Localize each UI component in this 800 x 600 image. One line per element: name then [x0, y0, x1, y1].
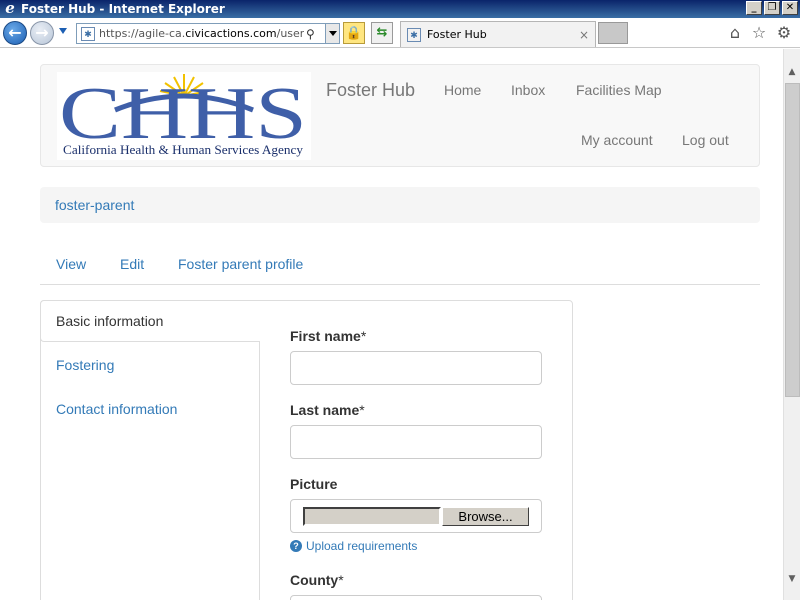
required-mark: *	[360, 328, 367, 344]
upload-requirements-link[interactable]: ? Upload requirements	[290, 539, 417, 553]
last-name-label-text: Last name	[290, 402, 360, 418]
url-path: /user/41/f	[276, 27, 304, 40]
breadcrumb: foster-parent	[40, 187, 760, 223]
logo-subtitle: California Health & Human Services Agenc…	[63, 143, 304, 157]
window-title-bar: e Foster Hub - Internet Explorer _ ❐ ✕	[0, 0, 800, 18]
browser-tab[interactable]: ✱ Foster Hub ×	[400, 21, 596, 47]
tab-title: Foster Hub	[427, 28, 487, 41]
nav-my-account[interactable]: My account	[581, 132, 653, 148]
upload-requirements-text: Upload requirements	[306, 539, 418, 553]
url-host: https://agile-ca.	[99, 27, 186, 40]
scroll-up-icon[interactable]: ▲	[784, 64, 800, 81]
county-label: County*	[290, 572, 344, 588]
forward-button[interactable]: →	[30, 21, 54, 45]
vtab-basic-information[interactable]: Basic information	[40, 300, 260, 342]
picture-upload: Browse...	[290, 499, 542, 533]
county-label-text: County	[290, 572, 339, 588]
site-favicon-icon: ✱	[81, 26, 95, 41]
required-mark: *	[338, 572, 344, 588]
page-scrollbar[interactable]: ▲ ▼	[783, 49, 800, 600]
first-name-label-text: First name	[290, 328, 361, 344]
address-bar[interactable]: ✱ https://agile-ca.civicactions.com/user…	[76, 23, 340, 44]
refresh-button[interactable]: ⇆	[371, 22, 393, 44]
last-name-field[interactable]	[290, 425, 542, 459]
page-viewport: CHHS California Health & Human Services …	[0, 49, 783, 600]
page-tabs: View Edit Foster parent profile	[40, 245, 760, 285]
county-field[interactable]	[290, 595, 542, 600]
browse-button[interactable]: Browse...	[442, 507, 529, 526]
search-icon[interactable]: ⚲	[306, 27, 315, 41]
breadcrumb-link[interactable]: foster-parent	[55, 197, 134, 213]
picture-file-path[interactable]	[303, 507, 441, 526]
address-dropdown-button[interactable]	[325, 24, 339, 43]
history-dropdown-icon[interactable]	[59, 28, 67, 34]
chhs-logo[interactable]: CHHS California Health & Human Services …	[57, 72, 311, 160]
vtab-fostering[interactable]: Fostering	[56, 357, 114, 373]
tab-edit[interactable]: Edit	[120, 256, 144, 272]
tab-close-icon[interactable]: ×	[579, 28, 589, 42]
tab-foster-parent-profile[interactable]: Foster parent profile	[178, 256, 303, 272]
close-window-button[interactable]: ✕	[782, 1, 798, 15]
tab-favicon-icon: ✱	[407, 27, 421, 42]
first-name-field[interactable]	[290, 351, 542, 385]
tab-view[interactable]: View	[56, 256, 86, 272]
window-title: Foster Hub - Internet Explorer	[21, 2, 225, 16]
scroll-down-icon[interactable]: ▼	[784, 571, 800, 588]
vtab-divider	[259, 341, 260, 600]
favorites-icon[interactable]: ☆	[750, 24, 768, 42]
required-mark: *	[359, 402, 365, 418]
home-icon[interactable]: ⌂	[726, 24, 744, 42]
nav-home[interactable]: Home	[444, 82, 481, 98]
ie-logo-icon: e	[5, 0, 15, 17]
tools-gear-icon[interactable]: ⚙	[775, 24, 793, 42]
nav-log-out[interactable]: Log out	[682, 132, 729, 148]
nav-facilities-map[interactable]: Facilities Map	[576, 82, 662, 98]
site-brand[interactable]: Foster Hub	[326, 80, 415, 101]
site-header: CHHS California Health & Human Services …	[40, 64, 760, 167]
picture-label: Picture	[290, 476, 338, 492]
scroll-thumb[interactable]	[785, 83, 800, 397]
url-domain: civicactions.com	[185, 27, 277, 40]
maximize-button[interactable]: ❐	[764, 1, 780, 15]
chhs-logo-image: CHHS California Health & Human Services …	[59, 73, 307, 157]
browser-toolbar: ← → ✱ https://agile-ca.civicactions.com/…	[0, 18, 800, 48]
vtab-contact-information[interactable]: Contact information	[56, 401, 177, 417]
last-name-label: Last name*	[290, 402, 365, 418]
window-controls: _ ❐ ✕	[746, 1, 798, 15]
nav-inbox[interactable]: Inbox	[511, 82, 545, 98]
vtab-basic-information-label: Basic information	[56, 313, 164, 329]
first-name-label: First name*	[290, 328, 366, 344]
minimize-button[interactable]: _	[746, 1, 762, 15]
address-url[interactable]: https://agile-ca.civicactions.com/user/4…	[99, 27, 304, 40]
help-circle-icon: ?	[290, 540, 302, 552]
back-button[interactable]: ←	[3, 21, 27, 45]
new-tab-button[interactable]	[598, 22, 628, 44]
lock-icon[interactable]: 🔒	[343, 22, 365, 44]
